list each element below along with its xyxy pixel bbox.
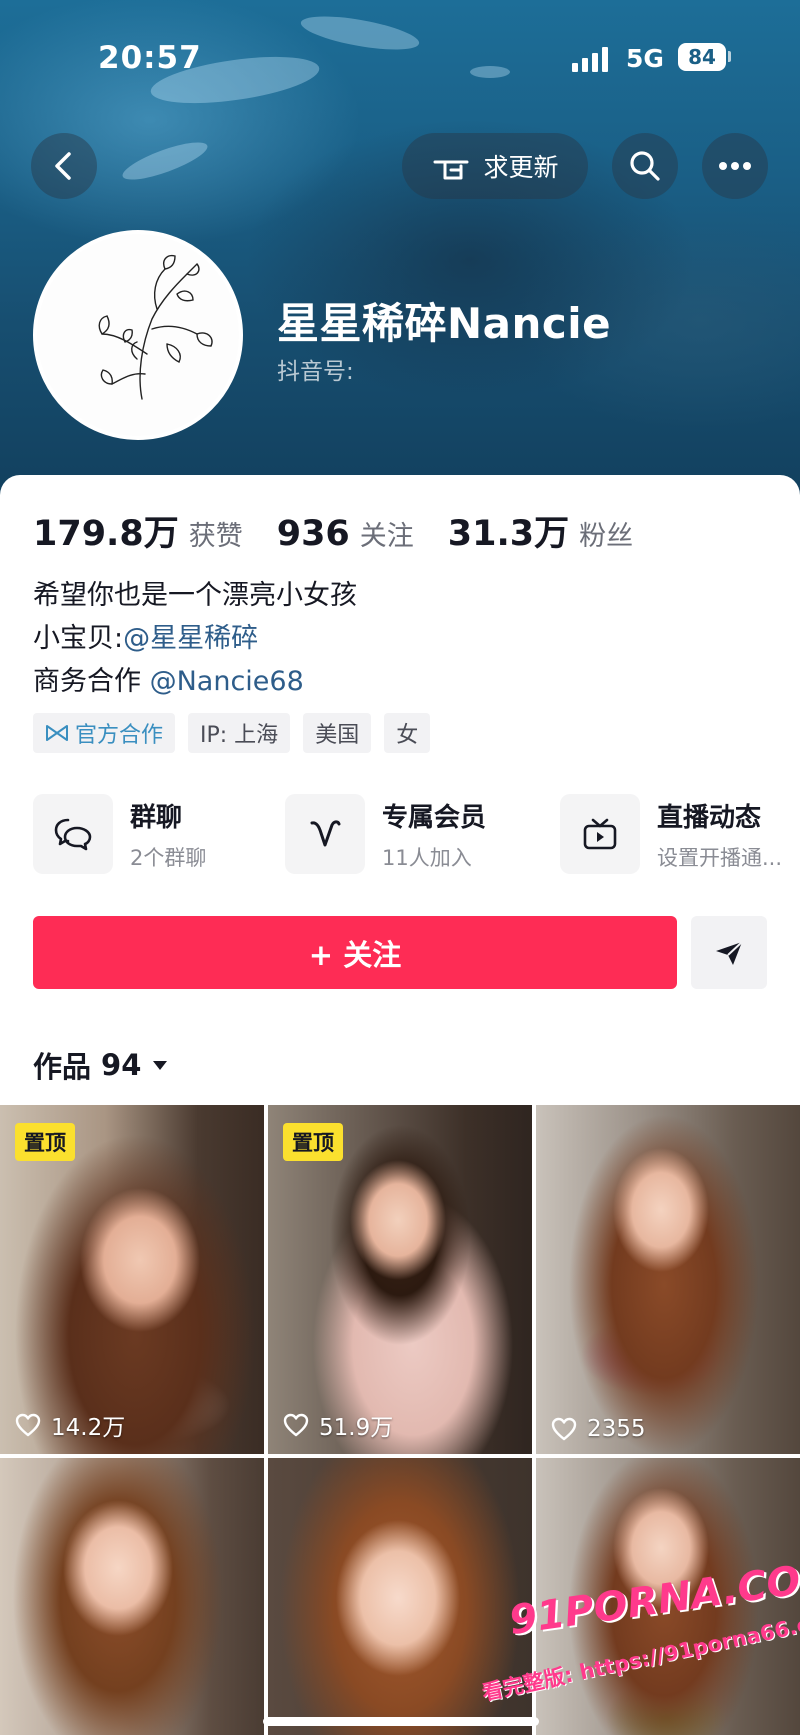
stat-followers-value: 31.3万	[447, 514, 570, 554]
search-icon	[630, 151, 660, 181]
feature-live-updates[interactable]: 直播动态 设置开播通...	[560, 793, 782, 875]
stat-following-label: 关注	[359, 521, 414, 552]
heart-outline-icon	[15, 1413, 41, 1437]
stat-following-value: 936	[276, 514, 350, 554]
more-dots-icon	[719, 162, 751, 170]
mention-link-1[interactable]: @星星稀碎	[123, 623, 258, 654]
pointing-hand-icon	[433, 160, 469, 180]
share-button[interactable]	[691, 916, 767, 989]
stat-following[interactable]: 936 关注	[277, 514, 414, 554]
tag-ip-location: IP: 上海	[188, 713, 291, 753]
works-tab[interactable]: 作品 94	[33, 1044, 169, 1086]
video-tile[interactable]: 置顶 51.9万	[268, 1105, 532, 1454]
pinned-badge: 置顶	[283, 1123, 343, 1161]
bio-line-2: 小宝贝:@星星稀碎	[33, 617, 357, 660]
video-tile[interactable]: 置顶 14.2万	[0, 1105, 264, 1454]
avatar[interactable]	[33, 230, 243, 440]
video-thumbnail	[536, 1105, 800, 1454]
video-tile[interactable]	[0, 1458, 264, 1735]
search-button[interactable]	[612, 133, 678, 199]
video-likes-count: 2355	[587, 1416, 646, 1442]
heart-outline-icon	[551, 1417, 577, 1441]
features-row: 群聊 2个群聊 专属会员 11人加入 直播动态 设置开播通...	[33, 793, 793, 875]
request-update-button[interactable]: 求更新	[402, 133, 588, 199]
send-arrow-icon	[716, 940, 743, 965]
heart-outline-icon	[283, 1413, 309, 1437]
video-likes: 51.9万	[283, 1408, 393, 1442]
feature-group-chat-subtitle: 2个群聊	[130, 845, 207, 870]
stats-row: 179.8万 获赞 936 关注 31.3万 粉丝	[33, 505, 667, 556]
mention-link-2[interactable]: @Nancie68	[150, 666, 304, 697]
battery-icon: 84	[678, 43, 726, 71]
tag-gender: 女	[384, 713, 431, 753]
video-likes: 2355	[551, 1416, 646, 1442]
feature-membership[interactable]: 专属会员 11人加入	[285, 793, 486, 875]
douyin-id-label[interactable]: 抖音号:	[277, 352, 354, 386]
feature-group-chat[interactable]: 群聊 2个群聊	[33, 793, 206, 875]
feature-live-updates-subtitle: 设置开播通...	[657, 845, 783, 870]
nickname: 星星稀碎Nancie	[277, 299, 612, 348]
feature-membership-title: 专属会员	[382, 802, 487, 833]
more-button[interactable]	[702, 133, 768, 199]
chevron-left-icon	[55, 152, 71, 180]
bio: 希望你也是一个漂亮小女孩 小宝贝:@星星稀碎 商务合作 @Nancie68	[33, 574, 357, 703]
tag-official-label: 官方合作	[75, 723, 164, 748]
tv-icon	[560, 794, 640, 874]
feature-group-chat-title: 群聊	[130, 802, 183, 833]
caret-down-icon	[153, 1061, 168, 1070]
stat-likes-value: 179.8万	[33, 514, 179, 554]
request-update-label: 求更新	[483, 153, 559, 182]
feature-live-updates-title: 直播动态	[657, 802, 762, 833]
v-member-icon	[285, 794, 365, 874]
follow-button[interactable]: + 关注	[33, 916, 677, 989]
bio-line-2-prefix: 小宝贝:	[33, 623, 124, 654]
network-type: 5G	[626, 44, 664, 73]
feature-membership-subtitle: 11人加入	[382, 845, 472, 870]
battery-tip	[728, 51, 731, 62]
bio-line-3-prefix: 商务合作	[33, 666, 150, 697]
status-time: 20:57	[98, 40, 202, 76]
stat-followers-label: 粉丝	[579, 521, 634, 552]
pinned-badge: 置顶	[15, 1123, 75, 1161]
back-button[interactable]	[31, 133, 97, 199]
watermark: 91PORNA.COM 看完整版: https://91porna66.com	[480, 1552, 800, 1735]
signal-icon	[572, 46, 608, 72]
bio-line-3: 商务合作 @Nancie68	[33, 660, 357, 703]
bio-line-1: 希望你也是一个漂亮小女孩	[33, 580, 357, 611]
video-likes-count: 51.9万	[319, 1415, 394, 1441]
profile-card	[0, 475, 800, 1105]
tags-row: 官方合作 IP: 上海 美国 女	[33, 713, 431, 753]
video-likes: 14.2万	[15, 1408, 125, 1442]
official-bowtie-icon	[46, 725, 68, 741]
chat-bubbles-icon	[33, 794, 113, 874]
plant-sketch-icon	[98, 254, 213, 400]
status-bar: 20:57 5G 84	[0, 0, 800, 110]
stat-likes-label: 获赞	[188, 521, 243, 552]
works-label: 作品	[33, 1050, 92, 1084]
works-count: 94	[101, 1048, 142, 1082]
video-tile[interactable]: 2355	[536, 1105, 800, 1454]
stat-followers[interactable]: 31.3万 粉丝	[448, 505, 633, 556]
home-indicator[interactable]	[263, 1717, 539, 1726]
video-likes-count: 14.2万	[51, 1415, 126, 1441]
stat-likes[interactable]: 179.8万 获赞	[33, 505, 243, 556]
tag-official-cooperation[interactable]: 官方合作	[33, 713, 176, 753]
tag-school: 美国	[303, 713, 372, 753]
video-thumbnail	[0, 1458, 264, 1735]
